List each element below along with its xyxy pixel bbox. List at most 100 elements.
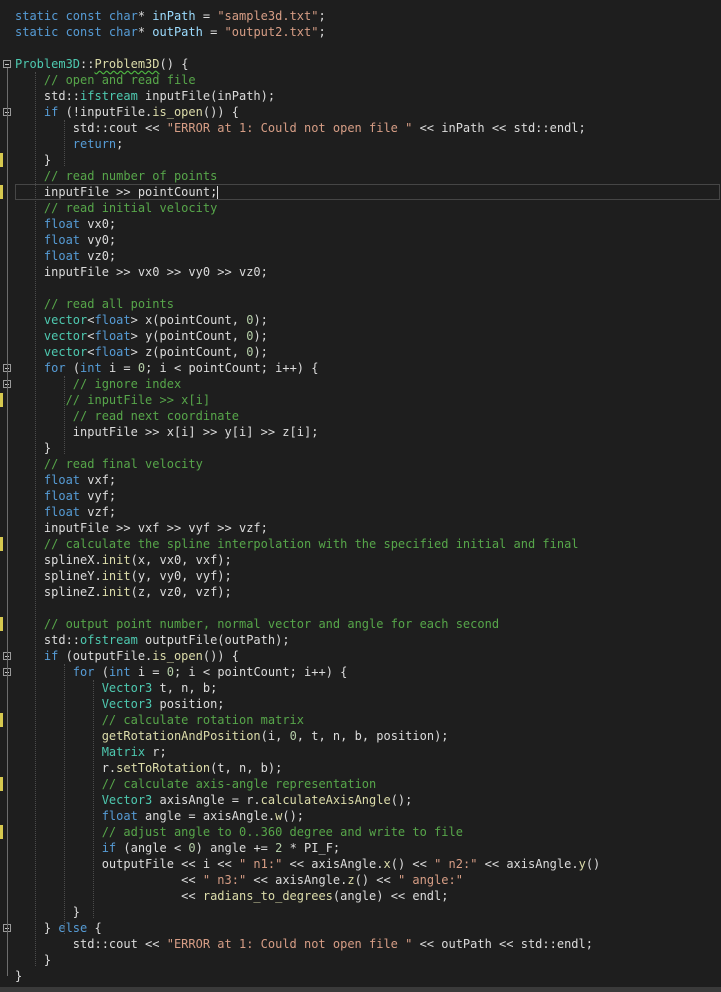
code-line[interactable]: Vector3 t, n, b; [15, 680, 721, 696]
collapse-minus-icon[interactable] [3, 60, 11, 68]
code-token: r. [15, 761, 117, 775]
code-line[interactable]: return; [15, 136, 721, 152]
code-line[interactable]: vector<float> y(pointCount, 0); [15, 328, 721, 344]
code-token: // adjust angle to 0..360 degree and wri… [101, 825, 463, 839]
code-line[interactable]: } [15, 152, 721, 168]
code-line[interactable]: float vy0; [15, 232, 721, 248]
code-line[interactable]: vector<float> z(pointCount, 0); [15, 344, 721, 360]
code-token: < [87, 313, 95, 327]
code-line[interactable]: r.setToRotation(t, n, b); [15, 760, 721, 776]
code-line[interactable]: inputFile >> vx0 >> vy0 >> vz0; [15, 264, 721, 280]
code-line[interactable]: inputFile >> vxf >> vyf >> vzf; [15, 520, 721, 536]
code-line[interactable]: if (!inputFile.is_open()) { [15, 104, 721, 120]
code-line[interactable]: if (outputFile.is_open()) { [15, 648, 721, 664]
code-line[interactable]: for (int i = 0; i < pointCount; i++) { [15, 360, 721, 376]
code-token: () << [390, 857, 435, 871]
code-token: } [15, 441, 52, 455]
code-line[interactable]: float vzf; [15, 504, 721, 520]
code-line[interactable]: } [15, 440, 721, 456]
code-line[interactable]: // output point number, normal vector an… [15, 616, 721, 632]
code-line[interactable]: splineY.init(y, vy0, vyf); [15, 568, 721, 584]
code-token: () [585, 857, 601, 871]
code-line[interactable]: Matrix r; [15, 744, 721, 760]
horizontal-scrollbar[interactable] [0, 987, 721, 992]
code-line[interactable]: if (angle < 0) angle += 2 * PI_F; [15, 840, 721, 856]
indent-guide [34, 72, 36, 966]
code-area[interactable]: static const char* inPath = "sample3d.tx… [15, 8, 721, 984]
code-line[interactable]: // calculate axis-angle representation [15, 776, 721, 792]
code-token: << inPath << std::endl; [412, 121, 586, 135]
code-token: // read number of points [43, 169, 218, 183]
code-line[interactable]: // read initial velocity [15, 200, 721, 216]
code-token: (x, vx0, vxf); [130, 553, 232, 567]
code-line[interactable]: Vector3 position; [15, 696, 721, 712]
code-line[interactable]: static const char* inPath = "sample3d.tx… [15, 8, 721, 24]
code-token: float [94, 345, 131, 359]
code-line[interactable]: // read next coordinate [15, 408, 721, 424]
code-line[interactable]: std::ofstream outputFile(outPath); [15, 632, 721, 648]
code-line[interactable]: splineZ.init(z, vz0, vzf); [15, 584, 721, 600]
code-line[interactable]: // open and read file [15, 72, 721, 88]
code-line[interactable]: // inputFile >> x[i] [15, 392, 721, 408]
code-token: setToRotation [116, 761, 211, 775]
code-token: (i, [260, 729, 290, 743]
code-token: vx0; [80, 217, 117, 231]
code-line[interactable]: // calculate rotation matrix [15, 712, 721, 728]
code-line[interactable]: inputFile >> pointCount; [15, 184, 720, 200]
code-line[interactable]: inputFile >> x[i] >> y[i] >> z[i]; [15, 424, 721, 440]
code-token: int [108, 665, 131, 679]
code-line[interactable]: float vx0; [15, 216, 721, 232]
code-line[interactable]: } [15, 968, 721, 984]
code-line[interactable]: std::cout << "ERROR at 1: Could not open… [15, 120, 721, 136]
code-line[interactable] [15, 600, 721, 616]
code-token: std::cout << [15, 121, 167, 135]
code-line[interactable]: Vector3 axisAngle = r.calculateAxisAngle… [15, 792, 721, 808]
code-token: (y, vy0, vyf); [130, 569, 232, 583]
code-line[interactable]: std::ifstream inputFile(inPath); [15, 88, 721, 104]
code-editor[interactable]: static const char* inPath = "sample3d.tx… [0, 0, 721, 992]
code-line[interactable] [15, 40, 721, 56]
code-line[interactable]: } [15, 904, 721, 920]
code-line[interactable]: float angle = axisAngle.w(); [15, 808, 721, 824]
code-line[interactable]: outputFile << i << " n1:" << axisAngle.x… [15, 856, 721, 872]
code-line[interactable]: // read number of points [15, 168, 721, 184]
code-line[interactable]: << " n3:" << axisAngle.z() << " angle:" [15, 872, 721, 888]
code-token: float [43, 505, 81, 519]
code-token: for [43, 361, 66, 375]
code-line[interactable]: static const char* outPath = "output2.tx… [15, 24, 721, 40]
code-line[interactable] [15, 280, 721, 296]
code-line[interactable]: // ignore index [15, 376, 721, 392]
code-line[interactable]: // read final velocity [15, 456, 721, 472]
code-line[interactable]: float vyf; [15, 488, 721, 504]
code-token: if [43, 105, 59, 119]
code-line[interactable]: vector<float> x(pointCount, 0); [15, 312, 721, 328]
code-token: i = [130, 665, 167, 679]
code-line[interactable]: << radians_to_degrees(angle) << endl; [15, 888, 721, 904]
code-token: "sample3d.txt" [217, 9, 319, 23]
code-token: } [15, 153, 52, 167]
code-line[interactable]: } [15, 952, 721, 968]
code-line[interactable]: splineX.init(x, vx0, vxf); [15, 552, 721, 568]
code-line[interactable]: std::cout << "ERROR at 1: Could not open… [15, 936, 721, 952]
code-line[interactable]: getRotationAndPosition(i, 0, t, n, b, po… [15, 728, 721, 744]
code-token: (); [282, 809, 305, 823]
code-line[interactable]: // read all points [15, 296, 721, 312]
code-line[interactable]: for (int i = 0; i < pointCount; i++) { [15, 664, 721, 680]
code-token: inputFile >> x[i] >> y[i] >> z[i]; [15, 425, 319, 439]
code-line[interactable]: float vxf; [15, 472, 721, 488]
fold-range-line [7, 68, 8, 976]
code-line[interactable]: // adjust angle to 0..360 degree and wri… [15, 824, 721, 840]
code-token: * PI_F; [282, 841, 341, 855]
code-token: radians_to_degrees [202, 889, 333, 903]
code-token: :: [80, 57, 95, 71]
code-line[interactable]: } else { [15, 920, 721, 936]
code-line[interactable]: Problem3D::Problem3D() { [15, 56, 721, 72]
code-token: 0 [188, 841, 196, 855]
code-line[interactable]: // calculate the spline interpolation wi… [15, 536, 721, 552]
code-line[interactable]: float vz0; [15, 248, 721, 264]
